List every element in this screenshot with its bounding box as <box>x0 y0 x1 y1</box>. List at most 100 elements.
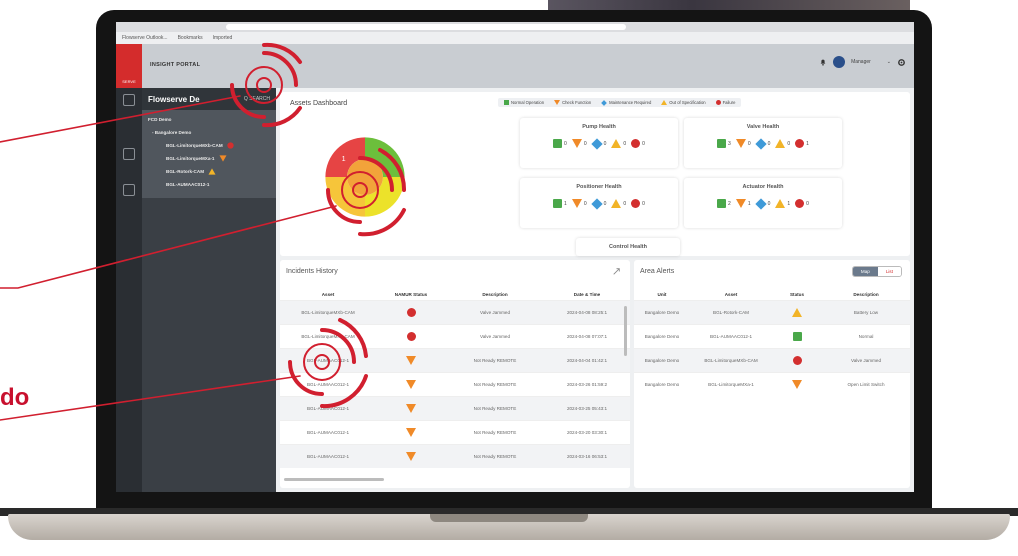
status-count[interactable]: 0 <box>611 199 626 208</box>
status-count[interactable]: 0 <box>735 139 751 148</box>
bookmark-item[interactable]: Imported <box>213 35 233 41</box>
status-count[interactable]: 0 <box>611 139 626 148</box>
health-card[interactable]: Positioner Health 1 0 0 0 0 <box>520 178 678 228</box>
health-card[interactable]: Valve Health 3 0 0 0 1 <box>684 118 842 168</box>
status-count[interactable]: 0 <box>754 137 771 150</box>
tree-item[interactable]: BGL-LimitorqueMXb-CAM <box>142 140 276 153</box>
main-content: Assets Dashboard Normal Operation Check F… <box>276 88 914 492</box>
health-card[interactable]: Pump Health 0 0 0 0 0 <box>520 118 678 168</box>
table-row[interactable]: Bangalore Demo BGL-LimitorqueMXb-CAM Valve… <box>634 348 910 372</box>
table-cell-status <box>376 427 446 438</box>
tree-item[interactable]: BGL-Rotork-CAM <box>142 166 276 179</box>
status-count[interactable]: 0 <box>631 139 645 148</box>
table-row[interactable]: BGL-LimitorqueMXb-CAM Valve Jammed 2024-04… <box>280 300 630 324</box>
col-description[interactable]: Description <box>822 292 910 297</box>
table-cell-description: Not Ready REMOTE <box>473 454 517 459</box>
table-cell-asset: BGL-Rotork-CAM <box>713 310 749 315</box>
table-row[interactable]: Bangalore Demo BGL-LimitorqueMXa-1 Open Li… <box>634 372 910 396</box>
col-datetime[interactable]: Date & Time <box>544 292 630 297</box>
status-count-value: 1 <box>806 140 809 147</box>
dashboard-icon[interactable] <box>123 148 135 160</box>
table-cell-description: Not Ready REMOTE <box>473 382 517 387</box>
tree-search-button[interactable]: Q SEARCH <box>244 96 270 102</box>
hierarchy-icon[interactable] <box>123 94 135 106</box>
assets-dashboard: Assets Dashboard Normal Operation Check F… <box>280 92 910 256</box>
flowserve-logo[interactable]: SERVE <box>116 44 142 88</box>
table-cell-asset: BGL-LimitorqueMXb-CAM <box>301 334 355 339</box>
status-count[interactable]: 0 <box>590 197 606 210</box>
table-cell-description: Not Ready REMOTE <box>473 430 517 435</box>
portal-title: INSIGHT PORTAL <box>150 62 201 68</box>
failure-status-icon <box>795 199 805 208</box>
bookmark-item[interactable]: Bookmarks <box>178 35 203 41</box>
tree-item[interactable]: FCD Demo <box>142 114 276 127</box>
incidents-table: Asset NAMUR Status Description Date & Ti… <box>280 288 630 468</box>
status-count-value: 0 <box>583 140 587 147</box>
health-card-title: Control Health <box>609 244 647 250</box>
assets-donut-chart[interactable]: 1 <box>320 132 410 222</box>
status-count[interactable]: 0 <box>754 197 770 210</box>
status-count-value: 0 <box>767 140 771 147</box>
address-bar[interactable] <box>226 24 626 30</box>
incidents-scrollbar[interactable] <box>624 306 627 356</box>
table-row[interactable]: BGL-AUMAAC012-1 Not Ready REMOTE 2024-03-1… <box>280 444 630 468</box>
tree-item[interactable]: BGL-LimitorqueMXa-1 <box>142 153 276 166</box>
chevron-down-icon[interactable]: ⌄ <box>887 59 891 65</box>
table-row[interactable]: BGL-AUMAAC012-1 Not Ready REMOTE 2024-04-0… <box>280 348 630 372</box>
col-asset[interactable]: Asset <box>280 292 376 297</box>
table-row[interactable]: Bangalore Demo BGL-AUMAAC012-1 Normal <box>634 324 910 348</box>
col-unit[interactable]: Unit <box>634 292 690 297</box>
check-status-icon <box>792 379 802 389</box>
status-count-value: 0 <box>583 200 587 207</box>
status-count[interactable]: 0 <box>631 199 645 208</box>
settings-icon[interactable] <box>897 58 906 67</box>
table-cell-datetime: 2024-03-20 03:30:1 <box>566 430 608 435</box>
tree-item[interactable]: - Bangalore Demo <box>142 127 276 140</box>
bell-icon[interactable] <box>819 58 827 66</box>
bookmark-item[interactable]: Flowserve Outlook... <box>122 35 168 41</box>
report-icon[interactable] <box>123 184 135 196</box>
health-card-counts: 1 0 0 0 0 <box>520 197 678 210</box>
tree-item[interactable]: BGL-AUMAAC012-1 <box>142 179 276 192</box>
table-cell-status <box>772 355 822 366</box>
legend-item: Failure <box>715 100 735 105</box>
warning-status-icon <box>775 199 786 208</box>
status-count[interactable]: 0 <box>571 199 587 208</box>
status-count[interactable]: 0 <box>590 137 606 150</box>
map-toggle[interactable]: Map <box>852 267 878 276</box>
list-toggle[interactable]: List <box>877 267 901 276</box>
col-namur-status[interactable]: NAMUR Status <box>376 292 446 297</box>
col-asset[interactable]: Asset <box>690 292 772 297</box>
status-count[interactable]: 3 <box>717 139 731 148</box>
status-count[interactable]: 1 <box>553 199 567 208</box>
table-cell-description: Not Ready REMOTE <box>473 358 517 363</box>
incidents-title: Incidents History <box>286 268 338 275</box>
user-name[interactable]: Manager <box>851 59 871 65</box>
incidents-hscrollbar[interactable] <box>284 478 384 481</box>
health-card[interactable]: Actuator Health 2 1 0 1 0 <box>684 178 842 228</box>
status-count[interactable]: 0 <box>553 139 567 148</box>
col-status[interactable]: Status <box>772 292 822 297</box>
status-count[interactable]: 2 <box>717 199 731 208</box>
status-count[interactable]: 1 <box>795 139 809 148</box>
status-count[interactable]: 0 <box>775 139 790 148</box>
health-card[interactable]: Control Health <box>576 238 680 256</box>
table-row[interactable]: BGL-AUMAAC012-1 Not Ready REMOTE 2024-03-2… <box>280 396 630 420</box>
status-count-value: 1 <box>787 200 791 207</box>
table-row[interactable]: Bangalore Demo BGL-Rotork-CAM Battery Low <box>634 300 910 324</box>
maintenance-status-icon <box>754 137 767 150</box>
status-count[interactable]: 0 <box>571 139 587 148</box>
status-count[interactable]: 1 <box>735 199 751 208</box>
user-avatar[interactable] <box>833 56 846 68</box>
status-count[interactable]: 1 <box>775 199 790 208</box>
table-row[interactable]: BGL-AUMAAC012-1 Not Ready REMOTE 2024-03-2… <box>280 420 630 444</box>
col-description[interactable]: Description <box>446 292 544 297</box>
incidents-rows: BGL-LimitorqueMXb-CAM Valve Jammed 2024-04… <box>280 300 630 468</box>
table-cell-description: Valve Jammed <box>479 310 511 315</box>
normal-status-icon <box>717 199 727 208</box>
expand-icon[interactable] <box>613 268 620 275</box>
legend-item: Check Function <box>554 100 591 105</box>
table-row[interactable]: BGL-AUMAAC012-1 Not Ready REMOTE 2024-03-2… <box>280 372 630 396</box>
table-row[interactable]: BGL-LimitorqueMXb-CAM Valve Jammed 2024-04… <box>280 324 630 348</box>
status-count[interactable]: 0 <box>795 199 809 208</box>
